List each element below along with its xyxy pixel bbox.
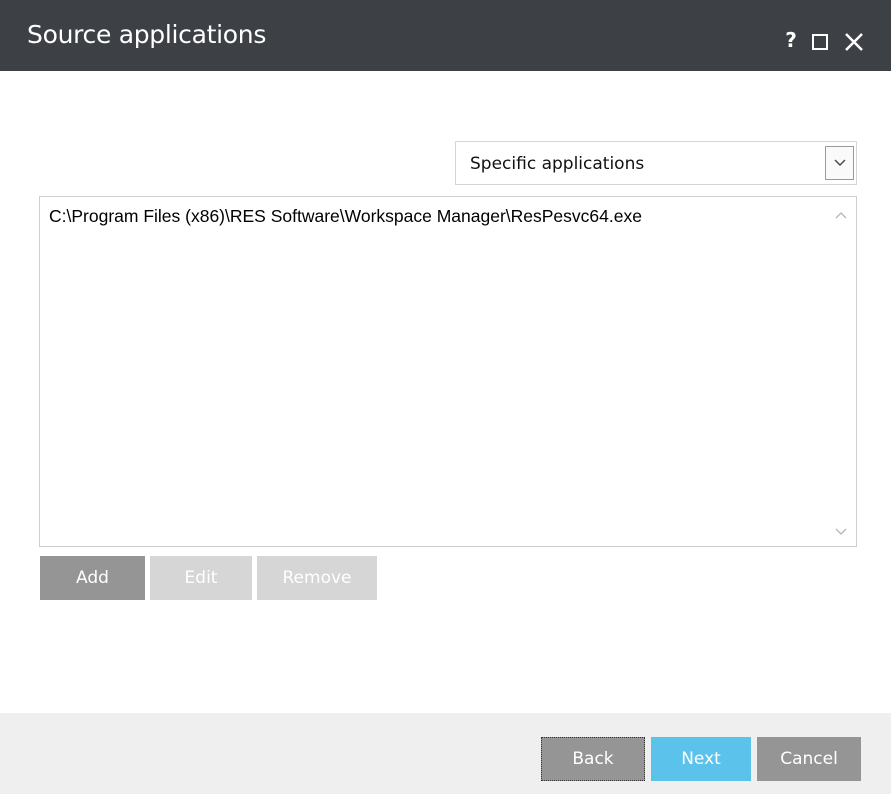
title-bar: Source applications ?: [0, 0, 891, 71]
maximize-icon: [812, 34, 828, 50]
cancel-button[interactable]: Cancel: [757, 737, 861, 781]
chevron-down-icon: [834, 159, 845, 166]
chevron-up-icon: [835, 212, 847, 219]
close-button[interactable]: [843, 32, 865, 52]
add-button[interactable]: Add: [40, 556, 145, 600]
window-title: Source applications: [27, 20, 267, 49]
back-button[interactable]: Back: [541, 737, 645, 781]
scroll-up-button[interactable]: [834, 209, 848, 221]
next-button[interactable]: Next: [651, 737, 751, 781]
dropdown-arrow-button[interactable]: [825, 146, 854, 180]
chevron-down-icon: [835, 528, 847, 535]
edit-button[interactable]: Edit: [150, 556, 252, 600]
help-button[interactable]: ?: [780, 28, 802, 52]
close-icon: [845, 33, 863, 51]
scroll-down-button[interactable]: [834, 526, 848, 538]
remove-button[interactable]: Remove: [257, 556, 377, 600]
maximize-button[interactable]: [809, 32, 831, 52]
application-list[interactable]: C:\Program Files (x86)\RES Software\Work…: [39, 196, 857, 547]
source-type-dropdown[interactable]: Specific applications: [455, 141, 857, 185]
dropdown-selected-value: Specific applications: [470, 154, 645, 174]
list-item[interactable]: C:\Program Files (x86)\RES Software\Work…: [49, 206, 642, 227]
